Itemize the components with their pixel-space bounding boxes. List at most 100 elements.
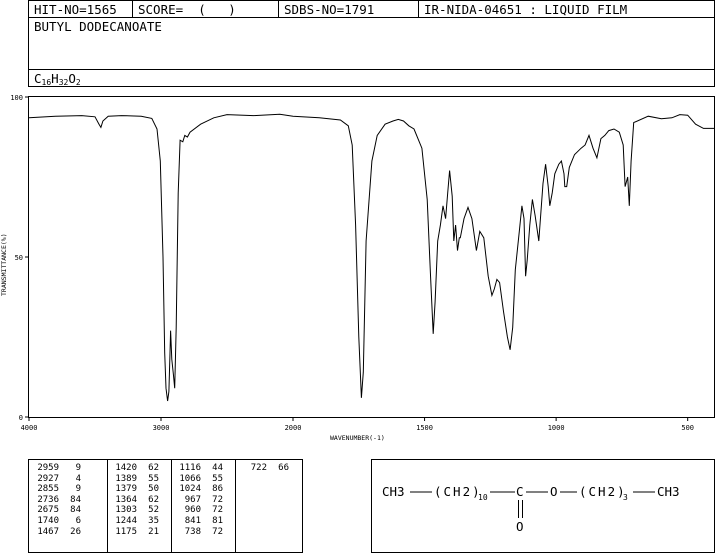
peak-wavenumber: 2675 [37,505,59,516]
subscript-3: 3 [623,493,628,502]
x-axis-label: WAVENUMBER(-1) [330,434,385,442]
peak-table-divider [171,460,172,552]
peak-wavenumber: 1024 [179,484,201,495]
peak-transmittance: 4 [75,473,81,484]
ch2-group-left: (CH2) [434,484,482,499]
peak-transmittance: 66 [278,463,289,473]
carbonyl-oxygen: O [516,519,524,534]
ir-spectrum-chart: 0 50 100 4000 3000 2000 1500 1000 500 TRANSMITT… [0,94,715,442]
peak-entry: 841 81 [175,516,223,527]
peak-wavenumber: 1066 [179,473,201,484]
y-tick-label: 0 [19,414,23,422]
peak-group: 722 66 [241,463,289,474]
peak-wavenumber: 722 [250,463,267,473]
peak-transmittance: 84 [70,494,81,505]
peak-wavenumber: 1467 [37,526,59,537]
peak-transmittance: 81 [212,515,223,526]
peak-group: 1420 62 1389 55 1379 50 1364 62 1303 52 1244 35 1175… [111,463,159,537]
x-tick-label: 3000 [153,424,170,432]
peak-entry: 960 72 [175,505,223,516]
ester-oxygen: O [550,484,558,499]
peak-wavenumber: 2927 [37,473,59,484]
x-tick-label: 2000 [285,424,302,432]
peak-transmittance: 50 [148,484,159,495]
peak-table-divider [107,460,108,552]
peak-transmittance: 84 [70,505,81,516]
ch2-group-right: (CH2) [579,484,627,499]
peak-wavenumber: 2736 [37,494,59,505]
peak-wavenumber: 1389 [115,473,137,484]
peak-entry: 1467 26 [33,527,81,538]
plot-frame [28,96,715,418]
peak-wavenumber: 1420 [115,463,137,473]
peak-entry: 1420 62 [111,463,159,474]
peak-entry: 1303 52 [111,505,159,516]
peak-entry: 1024 86 [175,484,223,495]
peak-group: 1116 44 1066 55 1024 86 967 72 960 72 841 81 738 72 [175,463,223,537]
peak-wavenumber: 967 [184,494,201,505]
peak-wavenumber: 1175 [115,526,137,537]
peak-transmittance: 9 [75,463,81,473]
y-tick-label: 50 [15,254,23,262]
x-tick-label: 4000 [21,424,38,432]
peak-transmittance: 6 [75,515,81,526]
peak-entry: 967 72 [175,495,223,506]
peak-entry: 1116 44 [175,463,223,474]
peak-wavenumber: 1364 [115,494,137,505]
peak-wavenumber: 841 [184,515,201,526]
peak-wavenumber: 960 [184,505,201,516]
subscript-10: 10 [478,493,488,502]
peak-transmittance: 21 [148,526,159,537]
y-tick-label: 100 [10,94,23,102]
carbonyl-carbon: C [516,484,524,499]
peak-entry: 2855 9 [33,484,81,495]
peak-group: 2959 9 2927 4 2855 9 2736 84 2675 84 1740 6 1467 26 [33,463,81,537]
x-tick-label: 500 [681,424,694,432]
peak-table: 2959 9 2927 4 2855 9 2736 84 2675 84 1740 6 1467 26 14… [28,459,303,553]
structure-box: CH3 (CH2) 10 C O (CH2) 3 CH3 O [371,459,715,553]
peak-wavenumber: 1244 [115,515,137,526]
peak-entry: 1379 50 [111,484,159,495]
peak-transmittance: 86 [212,484,223,495]
peak-entry: 1244 35 [111,516,159,527]
peak-transmittance: 72 [212,526,223,537]
peak-entry: 2675 84 [33,505,81,516]
x-tick-label: 1000 [548,424,565,432]
peak-entry: 738 72 [175,527,223,538]
x-tick-label: 1500 [416,424,433,432]
peak-entry: 1175 21 [111,527,159,538]
peak-entry: 1389 55 [111,474,159,485]
transmittance-curve [28,113,714,402]
peak-entry: 722 66 [241,463,289,474]
peak-transmittance: 35 [148,515,159,526]
y-axis-label: TRANSMITTANCE(%) [0,233,8,296]
peak-transmittance: 72 [212,505,223,516]
peak-transmittance: 62 [148,494,159,505]
peak-wavenumber: 738 [184,526,201,537]
peak-wavenumber: 1303 [115,505,137,516]
peak-entry: 2927 4 [33,474,81,485]
peak-entry: 2736 84 [33,495,81,506]
peak-entry: 1066 55 [175,474,223,485]
peak-wavenumber: 1379 [115,484,137,495]
structure-diagram: CH3 (CH2) 10 C O (CH2) 3 CH3 O [382,484,680,534]
peak-transmittance: 52 [148,505,159,516]
peak-wavenumber: 1116 [179,463,201,473]
peak-transmittance: 44 [212,463,223,473]
peak-transmittance: 55 [212,473,223,484]
peak-transmittance: 72 [212,494,223,505]
peak-entry: 1740 6 [33,516,81,527]
peak-transmittance: 62 [148,463,159,473]
y-axis-ticks: 0 50 100 [10,94,29,422]
ch3-right: CH3 [657,484,680,499]
ch3-left: CH3 [382,484,405,499]
peak-entry: 1364 62 [111,495,159,506]
x-axis-ticks: 4000 3000 2000 1500 1000 500 [21,417,694,432]
peak-transmittance: 55 [148,473,159,484]
peak-entry: 2959 9 [33,463,81,474]
peak-transmittance: 9 [75,484,81,495]
peak-transmittance: 26 [70,526,81,537]
peak-table-divider [235,460,236,552]
peak-wavenumber: 2959 [37,463,59,473]
peak-wavenumber: 2855 [37,484,59,495]
